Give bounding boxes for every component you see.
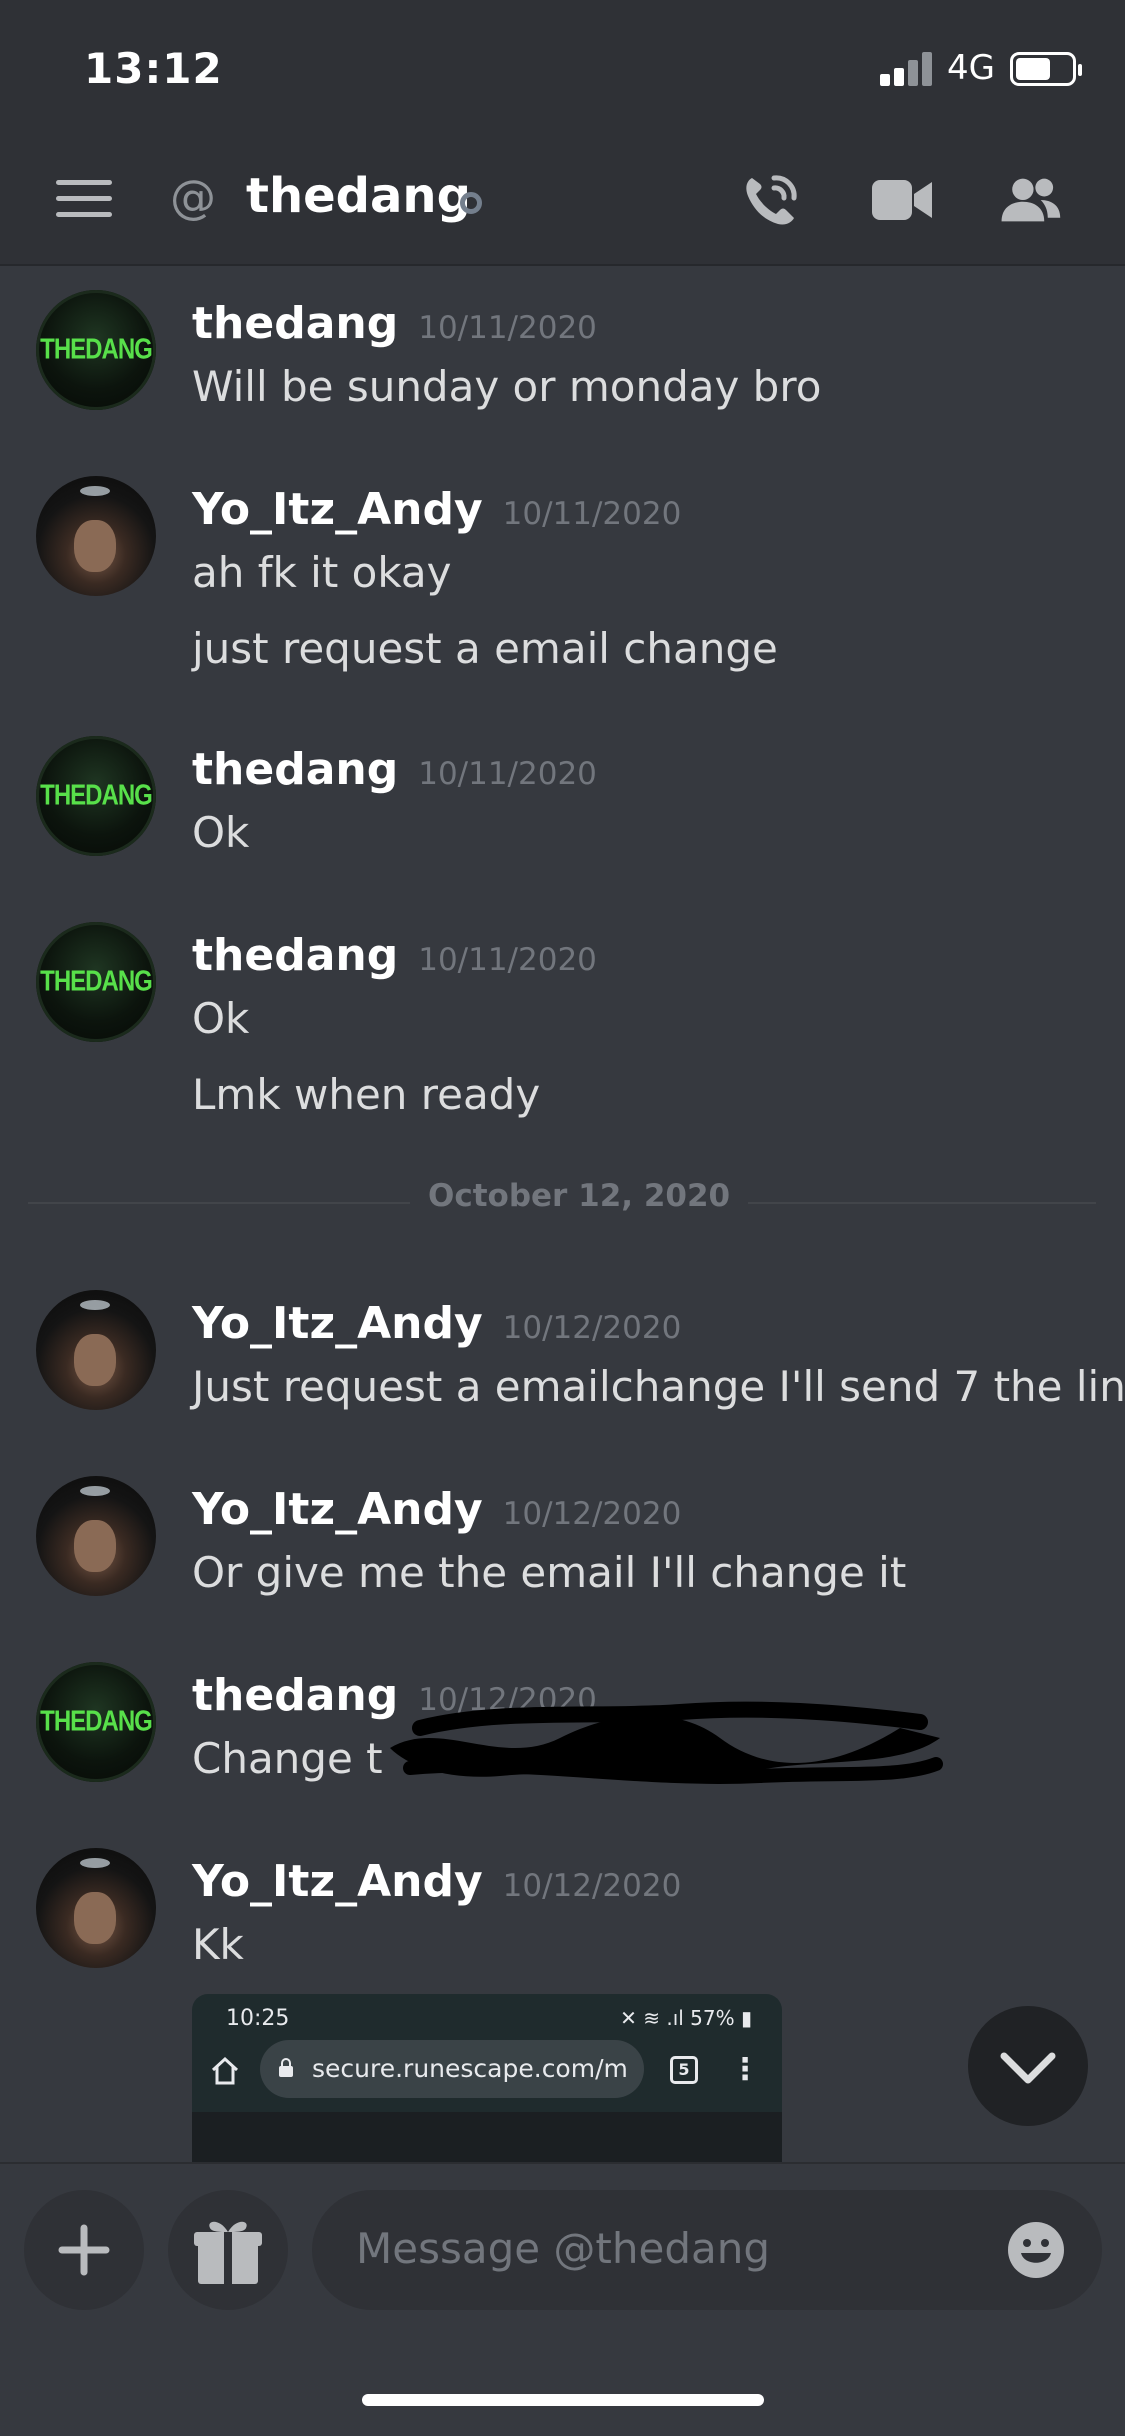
timestamp: 10/11/2020 (502, 496, 682, 532)
gift-button[interactable] (168, 2190, 288, 2310)
attachment-time: 10:25 (226, 2006, 290, 2031)
attachment-status: ✕ ≋ .ıl 57% ▮ (620, 2006, 752, 2030)
avatar[interactable] (36, 1848, 156, 1968)
message-text: Change t (192, 1734, 383, 1783)
author-name[interactable]: thedang 10/11/2020 (192, 298, 597, 349)
message-text: just request a email change (192, 624, 778, 673)
redaction-scribble (390, 1701, 943, 1784)
channel-title[interactable]: thedang (246, 168, 471, 224)
message-text: Lmk when ready (192, 1070, 541, 1119)
message-text: ah fk it okay (192, 548, 452, 597)
message-input-placeholder: Message @thedang (356, 2224, 771, 2273)
author-name[interactable]: Yo_Itz_Andy 10/12/2020 (192, 1484, 681, 1535)
lock-icon (279, 2058, 293, 2077)
top-bar: 13:12 4G @ thedang (0, 0, 1125, 266)
tabs-count-icon: 5 (670, 2056, 698, 2084)
attachment-url-bar: secure.runescape.com/m=er (260, 2040, 644, 2098)
message-input[interactable]: Message @thedang (312, 2190, 1102, 2310)
message-text: Or give me the email I'll change it (192, 1548, 907, 1597)
message-text: Ok (192, 808, 250, 857)
signal-icon (880, 52, 934, 86)
message-text: Kk (192, 1920, 244, 1969)
image-attachment[interactable]: 10:25 ✕ ≋ .ıl 57% ▮ secure.runescape.com… (192, 1994, 782, 2162)
jump-to-bottom-button[interactable] (968, 2006, 1088, 2126)
timestamp: 10/12/2020 (502, 1496, 682, 1532)
message-list[interactable]: THEDANG thedang 10/11/2020 Will be sunday… (0, 268, 1125, 2162)
members-icon[interactable] (998, 172, 1062, 228)
avatar[interactable]: THEDANG (36, 1662, 156, 1782)
battery-icon (1010, 52, 1082, 86)
avatar[interactable] (36, 1476, 156, 1596)
author-name[interactable]: thedang 10/11/2020 (192, 744, 597, 795)
video-call-icon[interactable] (870, 172, 934, 228)
message-text: Just request a emailchange I'll send 7 t… (192, 1362, 1125, 1411)
home-icon (211, 2056, 239, 2085)
timestamp: 10/11/2020 (418, 310, 597, 346)
gift-icon (194, 2221, 262, 2284)
voice-call-icon[interactable] (738, 172, 802, 228)
author-name[interactable]: thedang 10/11/2020 (192, 930, 597, 981)
more-vert-icon: ⋮ (730, 2052, 760, 2087)
message-text: Ok (192, 994, 250, 1043)
chevron-down-icon (1000, 2052, 1056, 2084)
avatar[interactable]: THEDANG (36, 290, 156, 410)
menu-icon[interactable] (56, 180, 112, 218)
plus-icon (58, 2224, 110, 2276)
avatar[interactable]: THEDANG (36, 922, 156, 1042)
add-attachment-button[interactable] (24, 2190, 144, 2310)
timestamp: 10/12/2020 (502, 1868, 682, 1904)
date-divider-label: October 12, 2020 (410, 1178, 749, 1214)
attachment-url: secure.runescape.com/m=er (312, 2054, 630, 2083)
message-text: Will be sunday or monday bro (192, 362, 822, 411)
timestamp: 10/11/2020 (418, 942, 597, 978)
home-indicator (362, 2394, 764, 2406)
status-offline-icon (460, 192, 482, 214)
author-name[interactable]: Yo_Itz_Andy 10/12/2020 (192, 1856, 681, 1907)
attachment-body (192, 2112, 782, 2162)
avatar[interactable] (36, 1290, 156, 1410)
author-name[interactable]: Yo_Itz_Andy 10/12/2020 (192, 1298, 681, 1349)
timestamp: 10/11/2020 (418, 756, 597, 792)
emoji-icon[interactable] (1006, 2220, 1066, 2280)
network-label: 4G (947, 48, 995, 88)
status-time: 13:12 (84, 44, 223, 93)
author-name[interactable]: Yo_Itz_Andy 10/11/2020 (192, 484, 681, 535)
avatar[interactable]: THEDANG (36, 736, 156, 856)
at-icon: @ (170, 170, 216, 224)
avatar[interactable] (36, 476, 156, 596)
timestamp: 10/12/2020 (502, 1310, 682, 1346)
